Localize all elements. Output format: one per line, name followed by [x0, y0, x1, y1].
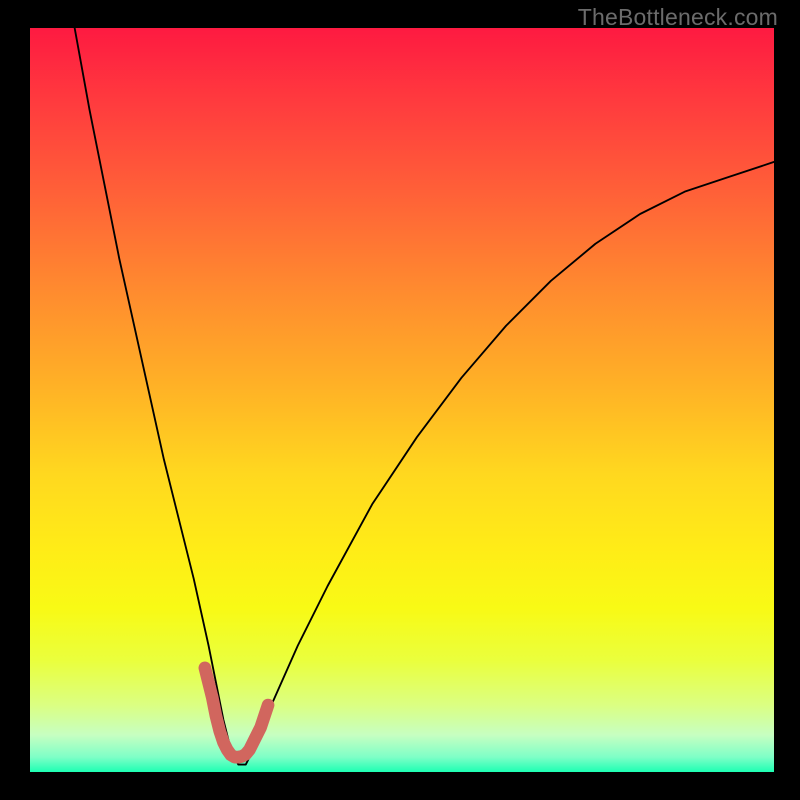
curve-svg — [30, 28, 774, 772]
watermark-text: TheBottleneck.com — [578, 4, 778, 31]
chart-frame: TheBottleneck.com — [0, 0, 800, 800]
plot-area — [30, 28, 774, 772]
bottleneck-curve — [75, 28, 774, 765]
highlight-segment — [205, 668, 268, 757]
